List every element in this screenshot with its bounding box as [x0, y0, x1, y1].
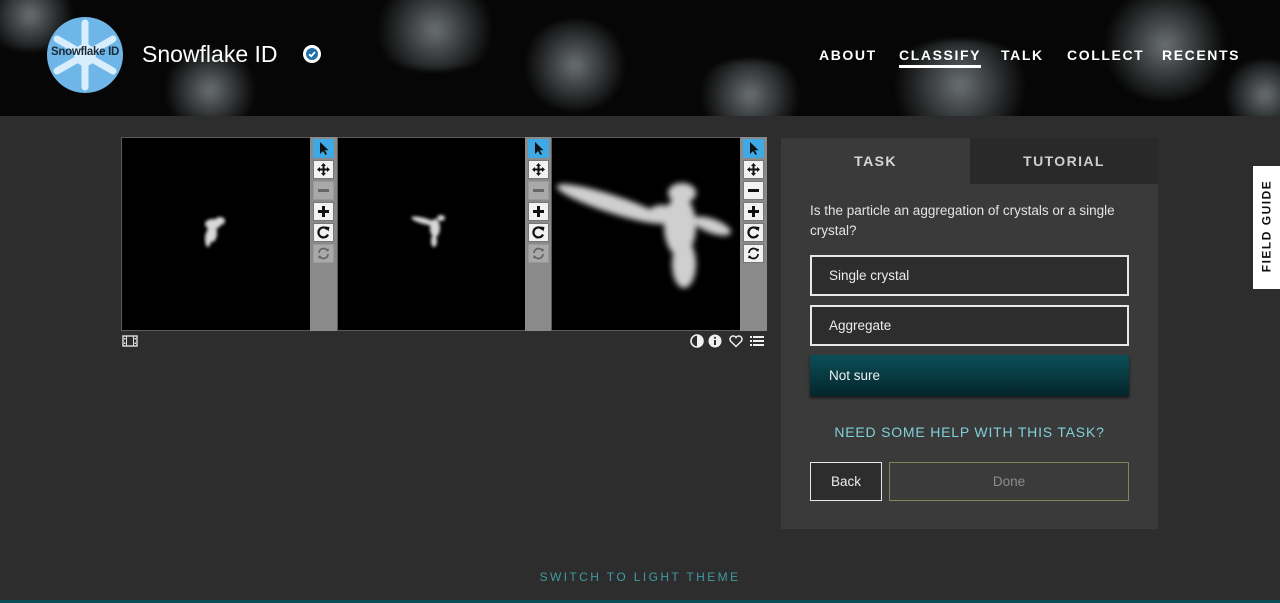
nav-classify[interactable]: CLASSIFY	[899, 47, 982, 68]
nav-talk[interactable]: TALK	[1001, 47, 1044, 63]
frame-3-toolbar	[740, 137, 767, 331]
background-snowflake	[520, 20, 630, 110]
rotate-icon[interactable]	[313, 223, 334, 242]
task-help-link[interactable]: NEED SOME HELP WITH THIS TASK?	[781, 424, 1158, 440]
answer-single-crystal[interactable]: Single crystal	[810, 255, 1129, 296]
field-guide-tab[interactable]: FIELD GUIDE	[1253, 166, 1280, 289]
answer-not-sure[interactable]: Not sure	[810, 355, 1129, 396]
background-snowflake	[690, 60, 810, 116]
zoom-out-icon[interactable]	[743, 181, 764, 200]
field-guide-label: FIELD GUIDE	[1259, 179, 1274, 273]
move-icon[interactable]	[528, 160, 549, 179]
project-header: Snowflake ID Snowflake ID ABOUT CLASSIFY…	[0, 0, 1280, 116]
collect-icon[interactable]	[749, 333, 765, 349]
zoom-in-icon[interactable]	[313, 202, 334, 221]
back-button[interactable]: Back	[810, 462, 882, 501]
switch-theme-link[interactable]: SWITCH TO LIGHT THEME	[0, 570, 1280, 584]
subject-image-frame-1[interactable]	[121, 137, 311, 331]
zoom-in-icon[interactable]	[528, 202, 549, 221]
avatar-label: Snowflake ID	[51, 46, 119, 58]
zoom-out-icon[interactable]	[313, 181, 334, 200]
particle-image	[411, 215, 445, 247]
tab-task[interactable]: TASK	[781, 138, 970, 184]
rotate-icon[interactable]	[528, 223, 549, 242]
subject-image-frame-3[interactable]	[551, 137, 741, 331]
particle-image	[205, 217, 225, 247]
frame-2-toolbar	[525, 137, 552, 331]
film-icon[interactable]	[122, 333, 138, 349]
nav-collect[interactable]: COLLECT	[1067, 47, 1144, 63]
tab-tutorial[interactable]: TUTORIAL	[970, 138, 1158, 184]
pointer-icon[interactable]	[313, 139, 334, 158]
pointer-icon[interactable]	[743, 139, 764, 158]
move-icon[interactable]	[313, 160, 334, 179]
project-avatar[interactable]: Snowflake ID	[47, 17, 123, 93]
nav-recents[interactable]: RECENTS	[1162, 47, 1240, 63]
favorite-icon[interactable]	[728, 333, 744, 349]
reset-icon[interactable]	[743, 244, 764, 263]
rotate-icon[interactable]	[743, 223, 764, 242]
verified-badge-icon	[303, 45, 321, 63]
reset-icon[interactable]	[528, 244, 549, 263]
task-question: Is the particle an aggregation of crysta…	[810, 203, 1115, 238]
background-snowflake	[365, 0, 505, 70]
invert-icon[interactable]	[689, 333, 705, 349]
zoom-out-icon[interactable]	[528, 181, 549, 200]
nav-about[interactable]: ABOUT	[819, 47, 877, 63]
subject-image-frame-2[interactable]	[337, 137, 526, 331]
info-icon[interactable]	[707, 333, 723, 349]
particle-image	[556, 183, 731, 288]
background-snowflake	[1220, 60, 1280, 116]
reset-icon[interactable]	[313, 244, 334, 263]
project-title[interactable]: Snowflake ID	[142, 41, 278, 68]
zoom-in-icon[interactable]	[743, 202, 764, 221]
pointer-icon[interactable]	[528, 139, 549, 158]
frame-1-toolbar	[310, 137, 337, 331]
done-button[interactable]: Done	[889, 462, 1129, 501]
answer-aggregate[interactable]: Aggregate	[810, 305, 1129, 346]
move-icon[interactable]	[743, 160, 764, 179]
